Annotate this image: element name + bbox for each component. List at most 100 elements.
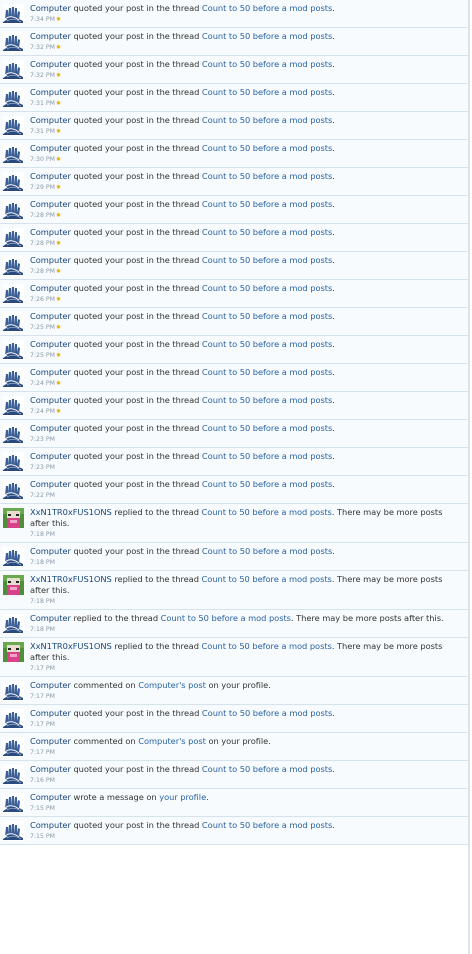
content-link[interactable]: Count to 50 before a mod posts <box>202 339 332 349</box>
username-link[interactable]: Computer <box>30 171 71 181</box>
content-link[interactable]: Count to 50 before a mod posts <box>202 227 332 237</box>
avatar-hand-logo-icon[interactable] <box>3 396 24 416</box>
avatar-hand-logo-icon[interactable] <box>3 144 24 164</box>
content-link[interactable]: Count to 50 before a mod posts <box>202 171 332 181</box>
content-link[interactable]: Count to 50 before a mod posts <box>202 574 332 584</box>
timestamp-text: 7:28 PM <box>30 212 55 219</box>
username-link[interactable]: Computer <box>30 87 71 97</box>
avatar-hand-logo-icon[interactable] <box>3 368 24 388</box>
content-link[interactable]: Count to 50 before a mod posts <box>202 283 332 293</box>
username-link[interactable]: Computer <box>30 680 71 690</box>
username-link[interactable]: XxN1TR0xFUS1ONS <box>30 641 112 651</box>
avatar-hand-logo-icon[interactable] <box>3 256 24 276</box>
content-link[interactable]: Count to 50 before a mod posts <box>202 764 332 774</box>
timestamp-text: 7:17 PM <box>30 721 55 728</box>
username-link[interactable]: Computer <box>30 764 71 774</box>
content-link[interactable]: Count to 50 before a mod posts <box>161 613 291 623</box>
username-link[interactable]: Computer <box>30 59 71 69</box>
avatar-hand-logo-icon[interactable] <box>3 709 24 729</box>
content-link[interactable]: Count to 50 before a mod posts <box>202 199 332 209</box>
action-text: quoted your post in the thread <box>73 764 200 774</box>
content-link[interactable]: Count to 50 before a mod posts <box>202 423 332 433</box>
avatar-hand-logo-icon[interactable] <box>3 32 24 52</box>
username-link[interactable]: Computer <box>30 367 71 377</box>
notification-item: Computer quoted your post in the thread … <box>0 761 468 789</box>
username-link[interactable]: XxN1TR0xFUS1ONS <box>30 574 112 584</box>
content-link[interactable]: Count to 50 before a mod posts <box>202 59 332 69</box>
username-link[interactable]: Computer <box>30 736 71 746</box>
timestamp-text: 7:18 PM <box>30 626 55 633</box>
content-link[interactable]: Count to 50 before a mod posts <box>202 311 332 321</box>
avatar-hand-logo-icon[interactable] <box>3 793 24 813</box>
username-link[interactable]: Computer <box>30 3 71 13</box>
avatar-hand-logo-icon[interactable] <box>3 681 24 701</box>
username-link[interactable]: Computer <box>30 255 71 265</box>
avatar-hand-logo-icon[interactable] <box>3 116 24 136</box>
avatar-hand-logo-icon[interactable] <box>3 340 24 360</box>
username-link[interactable]: Computer <box>30 451 71 461</box>
notification-text: Computer quoted your post in the thread … <box>30 395 464 406</box>
avatar-hand-logo-icon[interactable] <box>3 737 24 757</box>
avatar-hand-logo-icon[interactable] <box>3 284 24 304</box>
avatar-hand-logo-icon[interactable] <box>3 200 24 220</box>
avatar-hand-logo-icon[interactable] <box>3 88 24 108</box>
avatar-pixel-character-icon[interactable] <box>3 575 24 595</box>
avatar-pixel-character-icon[interactable] <box>3 508 24 528</box>
avatar-hand-logo-icon[interactable] <box>3 228 24 248</box>
avatar-hand-logo-icon[interactable] <box>3 821 24 841</box>
username-link[interactable]: XxN1TR0xFUS1ONS <box>30 507 112 517</box>
username-link[interactable]: Computer <box>30 143 71 153</box>
new-star-icon: ✹ <box>55 16 61 23</box>
avatar-hand-logo-icon[interactable] <box>3 480 24 500</box>
action-text: quoted your post in the thread <box>73 283 200 293</box>
username-link[interactable]: Computer <box>30 479 71 489</box>
content-link[interactable]: Computer's post <box>138 680 206 690</box>
username-link[interactable]: Computer <box>30 339 71 349</box>
content-link[interactable]: Count to 50 before a mod posts <box>202 479 332 489</box>
username-link[interactable]: Computer <box>30 311 71 321</box>
notification-item: XxN1TR0xFUS1ONS replied to the thread Co… <box>0 638 468 677</box>
username-link[interactable]: Computer <box>30 546 71 556</box>
content-link[interactable]: Count to 50 before a mod posts <box>202 708 332 718</box>
username-link[interactable]: Computer <box>30 423 71 433</box>
content-link[interactable]: Count to 50 before a mod posts <box>202 255 332 265</box>
username-link[interactable]: Computer <box>30 31 71 41</box>
content-link[interactable]: Count to 50 before a mod posts <box>202 87 332 97</box>
username-link[interactable]: Computer <box>30 283 71 293</box>
content-link[interactable]: Computer's post <box>138 736 206 746</box>
avatar-hand-logo-icon[interactable] <box>3 312 24 332</box>
username-link[interactable]: Computer <box>30 227 71 237</box>
avatar-hand-logo-icon[interactable] <box>3 614 24 634</box>
content-link[interactable]: Count to 50 before a mod posts <box>202 115 332 125</box>
avatar-hand-logo-icon[interactable] <box>3 765 24 785</box>
content-link[interactable]: Count to 50 before a mod posts <box>202 546 332 556</box>
content-link[interactable]: Count to 50 before a mod posts <box>202 31 332 41</box>
content-link[interactable]: Count to 50 before a mod posts <box>202 451 332 461</box>
avatar-hand-logo-icon[interactable] <box>3 4 24 24</box>
avatar-hand-logo-icon[interactable] <box>3 60 24 80</box>
content-link[interactable]: Count to 50 before a mod posts <box>202 820 332 830</box>
username-link[interactable]: Computer <box>30 792 71 802</box>
username-link[interactable]: Computer <box>30 613 71 623</box>
username-link[interactable]: Computer <box>30 199 71 209</box>
timestamp: 7:32 PM✹ <box>30 71 464 81</box>
timestamp: 7:17 PM <box>30 664 464 674</box>
username-link[interactable]: Computer <box>30 708 71 718</box>
content-link[interactable]: Count to 50 before a mod posts <box>202 367 332 377</box>
timestamp-text: 7:30 PM <box>30 156 55 163</box>
username-link[interactable]: Computer <box>30 820 71 830</box>
avatar-hand-logo-icon[interactable] <box>3 452 24 472</box>
avatar-pixel-character-icon[interactable] <box>3 642 24 662</box>
content-link[interactable]: Count to 50 before a mod posts <box>202 641 332 651</box>
avatar-hand-logo-icon[interactable] <box>3 424 24 444</box>
content-link[interactable]: Count to 50 before a mod posts <box>202 3 332 13</box>
username-link[interactable]: Computer <box>30 115 71 125</box>
timestamp-text: 7:25 PM <box>30 324 55 331</box>
avatar-hand-logo-icon[interactable] <box>3 172 24 192</box>
content-link[interactable]: Count to 50 before a mod posts <box>202 507 332 517</box>
avatar-hand-logo-icon[interactable] <box>3 547 24 567</box>
content-link[interactable]: Count to 50 before a mod posts <box>202 143 332 153</box>
content-link[interactable]: Count to 50 before a mod posts <box>202 395 332 405</box>
content-link[interactable]: your profile <box>159 792 206 802</box>
username-link[interactable]: Computer <box>30 395 71 405</box>
